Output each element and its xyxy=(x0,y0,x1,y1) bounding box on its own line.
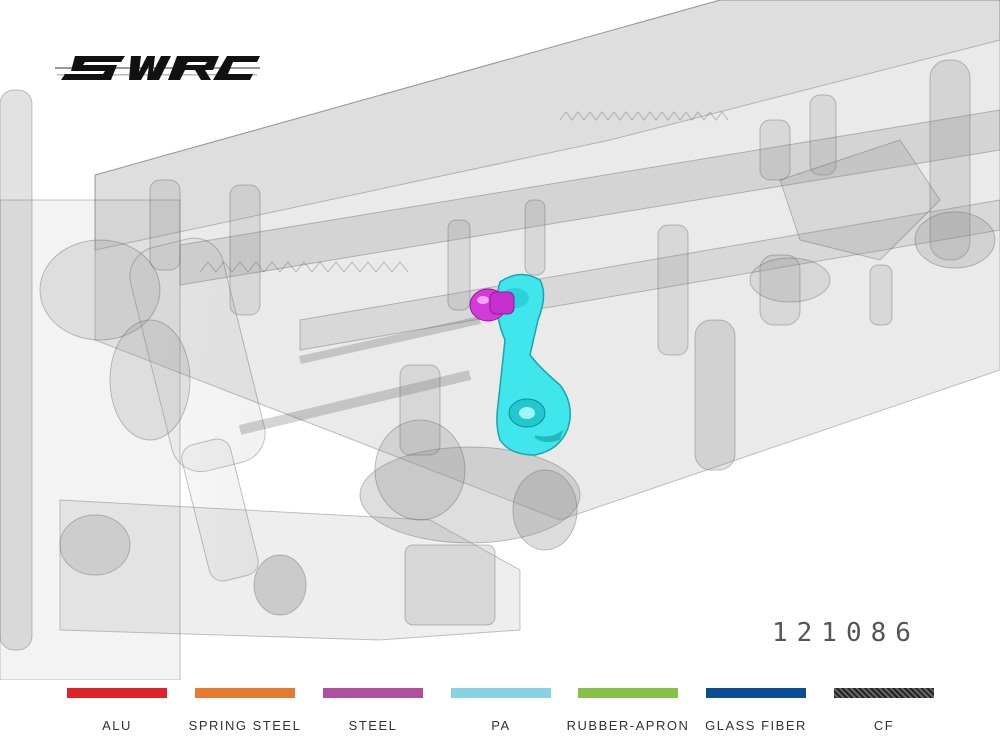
legend-swatch-pa xyxy=(451,688,551,698)
legend-item-glass-fiber: GLASS FIBER xyxy=(705,688,806,733)
legend-swatch-cf xyxy=(834,688,934,698)
legend-swatch-glass-fiber xyxy=(706,688,806,698)
legend-item-cf: CF xyxy=(834,688,934,733)
legend-swatch-steel xyxy=(323,688,423,698)
part-number: 121086 xyxy=(772,618,920,648)
legend-item-alu: ALU xyxy=(67,688,167,733)
chassis-render xyxy=(0,0,1000,680)
legend-swatch-rubber-apron xyxy=(578,688,678,698)
legend-label-cf: CF xyxy=(873,718,895,733)
material-legend: ALU SPRING STEEL STEEL PA RUBBER-APRON G… xyxy=(0,688,1000,750)
legend-item-spring-steel: SPRING STEEL xyxy=(189,688,300,733)
legend-item-pa: PA xyxy=(451,688,551,733)
legend-item-rubber-apron: RUBBER-APRON xyxy=(567,688,688,733)
swrc-logo xyxy=(55,56,260,80)
legend-swatch-spring-steel xyxy=(195,688,295,698)
legend-item-steel: STEEL xyxy=(323,688,423,733)
legend-swatch-alu xyxy=(67,688,167,698)
